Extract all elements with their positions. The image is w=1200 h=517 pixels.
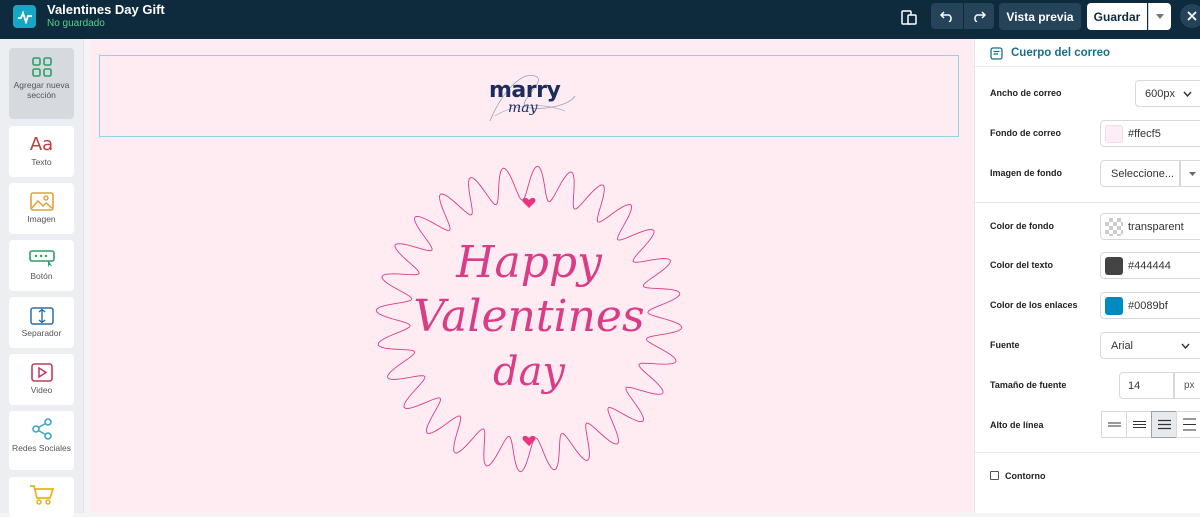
redo-button[interactable]: [964, 3, 994, 29]
divider: [975, 452, 1200, 453]
hero-line-2[interactable]: Valentines: [367, 291, 691, 342]
hero-line-1[interactable]: Happy: [367, 237, 691, 288]
color-swatch[interactable]: [1105, 296, 1123, 315]
line-height-normal-icon: [1132, 421, 1146, 428]
save-status: No guardado: [47, 18, 105, 29]
tool-social[interactable]: Redes Sociales: [9, 411, 74, 470]
tool-label: Botón: [30, 271, 53, 281]
button-icon: [28, 250, 55, 268]
bg-image-value: Seleccione...: [1111, 167, 1174, 180]
cart-icon: [29, 485, 54, 505]
outline-checkbox[interactable]: [990, 471, 999, 480]
tool-add-section[interactable]: Agregar nueva sección: [9, 48, 74, 119]
email-width-value: 600px: [1145, 87, 1175, 100]
chevron-down-icon: [1181, 343, 1190, 349]
link-color-label: Color de los enlaces: [990, 300, 1078, 310]
divider: [975, 202, 1200, 203]
link-color-value: #0089bf: [1128, 299, 1168, 312]
link-color-field[interactable]: #0089bf: [1100, 292, 1200, 319]
font-select[interactable]: Arial: [1100, 332, 1200, 359]
brand-logo-subtext: may: [508, 100, 538, 116]
tool-separator[interactable]: Separador: [9, 297, 74, 348]
heart-icon: [522, 197, 536, 208]
undo-icon: [940, 11, 952, 22]
line-height-compact-icon: [1107, 422, 1121, 427]
tool-image[interactable]: Imagen: [9, 183, 74, 234]
email-bg-color-field[interactable]: #ffecf5: [1100, 120, 1200, 147]
text-icon: Aa: [29, 134, 54, 155]
color-swatch[interactable]: [1105, 124, 1123, 143]
text-color-label: Color del texto: [990, 260, 1054, 270]
save-options-button[interactable]: [1148, 3, 1171, 30]
email-bg-label: Fondo de correo: [990, 128, 1062, 138]
text-color-value: #444444: [1128, 259, 1171, 272]
close-icon: [1187, 11, 1197, 21]
email-width-label: Ancho de correo: [990, 88, 1062, 98]
line-height-loose-icon: [1182, 418, 1196, 431]
chevron-down-icon: [1183, 91, 1192, 97]
font-value: Arial: [1111, 339, 1134, 352]
font-size-unit: px: [1174, 372, 1200, 399]
font-size-unit-text: px: [1184, 380, 1195, 391]
email-bg-value: #ffecf5: [1128, 127, 1161, 140]
device-preview-icon[interactable]: [899, 8, 919, 26]
font-label: Fuente: [990, 340, 1020, 350]
line-height-options: [1101, 411, 1200, 438]
line-height-normal-button[interactable]: [1126, 411, 1152, 438]
chevron-down-icon: [1156, 14, 1164, 19]
font-size-input[interactable]: 14: [1119, 372, 1174, 399]
undo-button[interactable]: [931, 3, 963, 29]
line-height-label: Alto de línea: [990, 420, 1044, 430]
email-width-select[interactable]: 600px: [1135, 80, 1200, 107]
social-icon: [31, 418, 52, 440]
tool-product[interactable]: [9, 477, 74, 517]
bg-color-label: Color de fondo: [990, 221, 1054, 231]
line-height-compact-button[interactable]: [1101, 411, 1127, 438]
text-color-field[interactable]: #444444: [1100, 252, 1200, 279]
email-canvas[interactable]: marry may Happy Valentines day: [89, 39, 973, 513]
close-button[interactable]: [1180, 4, 1200, 28]
line-height-loose-button[interactable]: [1176, 411, 1200, 438]
top-bar: Valentines Day Gift No guardado Vista pr…: [0, 0, 1200, 39]
content-toolbox: Agregar nueva sección Aa Texto Imagen Bo…: [0, 39, 84, 517]
bg-image-select[interactable]: Seleccione...: [1100, 160, 1180, 187]
color-swatch[interactable]: [1105, 256, 1123, 275]
chevron-down-icon: [1189, 171, 1196, 176]
line-height-relaxed-button[interactable]: [1151, 411, 1177, 438]
tool-label: Separador: [21, 328, 62, 338]
redo-icon: [974, 11, 986, 22]
tool-label: Imagen: [27, 214, 56, 224]
hero-line-3[interactable]: day: [367, 349, 691, 395]
bg-color-field[interactable]: transparent: [1100, 213, 1200, 240]
line-height-relaxed-icon: [1157, 419, 1171, 430]
tool-label: Redes Sociales: [11, 443, 72, 453]
properties-panel: Cuerpo del correo Ancho de correo 600px …: [974, 39, 1200, 513]
panel-header: Cuerpo del correo: [975, 39, 1200, 67]
save-button[interactable]: Guardar: [1087, 3, 1147, 30]
tool-button[interactable]: Botón: [9, 240, 74, 291]
tool-video[interactable]: Video: [9, 354, 74, 405]
bg-color-value: transparent: [1128, 220, 1184, 233]
email-body-icon: [990, 47, 1003, 60]
transparent-swatch[interactable]: [1105, 217, 1123, 236]
panel-title: Cuerpo del correo: [1011, 47, 1111, 59]
tool-label: Texto: [31, 157, 52, 167]
image-icon: [29, 192, 54, 211]
font-size-value: 14: [1128, 379, 1141, 392]
add-section-icon: [31, 57, 52, 77]
preview-button[interactable]: Vista previa: [999, 3, 1081, 30]
tool-label: Video: [30, 385, 53, 395]
app-logo-icon[interactable]: [13, 5, 36, 28]
heart-icon: [522, 435, 536, 446]
bg-image-label: Imagen de fondo: [990, 168, 1062, 178]
tool-text[interactable]: Aa Texto: [9, 126, 74, 177]
separator-icon: [29, 307, 54, 325]
document-title: Valentines Day Gift: [47, 2, 165, 17]
outline-label: Contorno: [1005, 471, 1046, 481]
bg-image-dropdown[interactable]: [1180, 160, 1200, 187]
video-icon: [30, 363, 53, 382]
font-size-label: Tamaño de fuente: [990, 380, 1067, 390]
tool-label: Agregar nueva sección: [13, 80, 70, 100]
header-section[interactable]: marry may: [99, 55, 959, 137]
